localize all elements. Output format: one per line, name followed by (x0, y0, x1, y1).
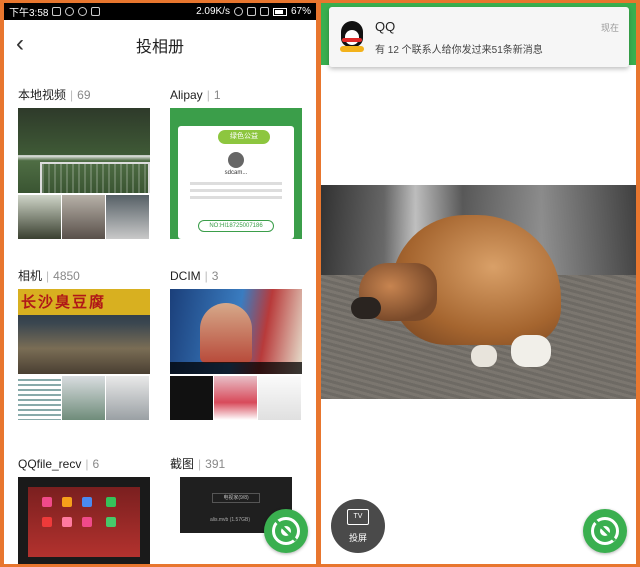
sub-thumb (62, 195, 105, 239)
bluetooth-icon (233, 7, 243, 16)
album-thumbnail: 绿色公益 sdcam... NO:HI18725007186 (170, 108, 302, 239)
album-name: QQfile_recv (18, 457, 82, 471)
dialog-title: 电视家(9/8) (212, 493, 260, 503)
sub-thumb (18, 195, 61, 239)
album-count: 6 (92, 457, 100, 471)
tv-screen-thumb (28, 487, 140, 557)
qq-penguin-icon (339, 21, 365, 53)
poster-figure (200, 303, 252, 363)
goal-net (40, 162, 150, 193)
album-count: 4850 (53, 269, 80, 283)
album-name: 截图 (170, 457, 195, 471)
album-count: 1 (213, 88, 221, 102)
album-name: Alipay (170, 88, 203, 102)
notification-icon (52, 7, 62, 16)
status-bar: 下午3:58 2.09K/s 67% (4, 3, 316, 20)
tv-icon: TV (347, 509, 369, 525)
network-speed: 2.09K/s (196, 6, 230, 17)
album-name: DCIM (170, 269, 201, 283)
avatar (228, 152, 244, 168)
sub-thumb (18, 376, 61, 420)
screenshot-frame: 下午3:58 2.09K/s 67% ‹ 投相册 本地视频 | 69 Alipa… (0, 0, 640, 567)
remote-control-icon (272, 517, 300, 545)
album-thumbnail (18, 108, 150, 239)
album-alipay[interactable]: Alipay | 1 绿色公益 sdcam... NO:HI18725007186 (170, 84, 302, 244)
album-label: QQfile_recv | 6 (18, 457, 100, 471)
signal-icon (259, 7, 269, 16)
notification-message: 有 12 个联系人给你发过来51条新消息 (375, 45, 543, 56)
alipay-code: NO:HI18725007186 (198, 220, 274, 232)
album-name: 本地视频 (18, 88, 67, 102)
wifi-icon (246, 7, 256, 16)
header: ‹ 投相册 (4, 20, 316, 70)
app-icon (91, 7, 101, 16)
album-local-videos[interactable]: 本地视频 | 69 (18, 84, 150, 244)
album-camera[interactable]: 相机 | 4850 长沙臭豆腐 (18, 265, 150, 425)
album-thumbnail (18, 477, 150, 564)
album-label: 截图 | 391 (170, 457, 226, 471)
album-label: 本地视频 | 69 (18, 88, 91, 102)
cast-label: 投屏 (348, 533, 367, 543)
album-thumbnail (170, 289, 302, 420)
photo-viewer-screen: QQ 有 12 个联系人给你发过来51条新消息 现在 TV 投屏 (321, 3, 636, 564)
album-thumbnail: 长沙臭豆腐 (18, 289, 150, 420)
battery-percent: 67% (290, 6, 311, 17)
album-label: 相机 | 4850 (18, 269, 80, 283)
album-qqfile-recv[interactable]: QQfile_recv | 6 (18, 453, 150, 564)
wechat-icon-2 (78, 7, 88, 16)
album-count: 3 (211, 269, 219, 283)
sub-thumb (106, 195, 149, 239)
album-count: 69 (77, 88, 91, 102)
album-name: 相机 (18, 269, 43, 283)
remote-control-button-right[interactable] (583, 509, 627, 553)
dialog-filename: alis.mvb (1.57GB) (210, 517, 251, 523)
sub-thumb (258, 376, 301, 420)
alipay-username: sdcam... (224, 170, 248, 176)
cast-screen-button[interactable]: TV 投屏 (331, 499, 385, 553)
album-count: 391 (205, 457, 226, 471)
album-picker-screen: 下午3:58 2.09K/s 67% ‹ 投相册 本地视频 | 69 Alipa… (4, 3, 316, 564)
video-control-bar (170, 362, 302, 374)
dog-paw (511, 335, 551, 367)
dog-snout (351, 297, 381, 319)
qq-notification[interactable]: QQ 有 12 个联系人给你发过来51条新消息 现在 (329, 7, 629, 67)
sub-thumb (214, 376, 257, 420)
sub-thumb (62, 376, 105, 420)
album-label: DCIM | 3 (170, 269, 219, 283)
remote-control-icon (591, 517, 619, 545)
alipay-card: 绿色公益 sdcam... NO:HI18725007186 (178, 126, 294, 239)
back-button[interactable]: ‹ (16, 32, 24, 56)
sub-thumb (106, 376, 149, 420)
album-grid: 本地视频 | 69 Alipay | 1 绿色公益 sdcam... NO:HI… (4, 70, 316, 564)
notification-time: 现在 (600, 23, 619, 33)
status-time: 下午3:58 (9, 8, 49, 19)
page-title: 投相册 (135, 39, 184, 56)
album-label: Alipay | 1 (170, 88, 221, 102)
battery-icon (272, 7, 287, 16)
alipay-badge: 绿色公益 (218, 130, 270, 144)
remote-control-button[interactable] (264, 509, 308, 553)
wechat-icon (65, 7, 75, 16)
album-dcim[interactable]: DCIM | 3 (170, 265, 302, 425)
sub-thumb (170, 376, 213, 420)
dog-paw (471, 345, 497, 367)
notification-app-name: QQ (375, 19, 396, 34)
dog-photo[interactable] (321, 185, 636, 399)
shop-sign: 长沙臭豆腐 (18, 289, 150, 315)
